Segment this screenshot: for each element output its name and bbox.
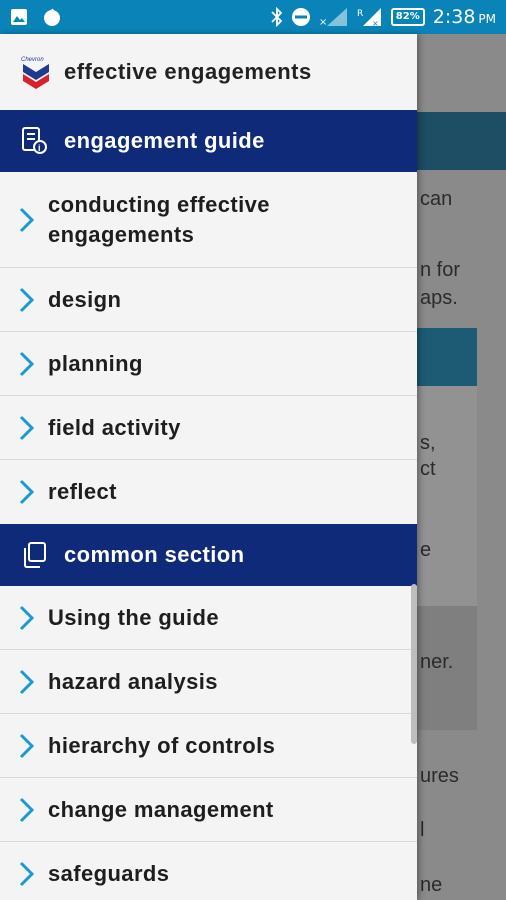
menu-item-using-the-guide[interactable]: Using the guide: [0, 586, 417, 650]
chevron-logo-icon: Chevron: [20, 54, 52, 90]
chevron-right-icon: [19, 287, 35, 312]
svg-text:R: R: [357, 9, 363, 19]
chevron-right-icon: [19, 415, 35, 440]
menu-item-label: reflect: [48, 479, 117, 504]
background-text: l: [420, 819, 425, 841]
menu-item-field-activity[interactable]: field activity: [0, 396, 417, 460]
menu-item-label: Using the guide: [48, 604, 219, 630]
chevron-right-icon: [19, 733, 35, 758]
menu-item-label: hazard analysis: [48, 668, 218, 694]
clock-time: 2:38: [432, 6, 476, 28]
menu-item-label: hierarchy of controls: [48, 732, 276, 758]
menu-item-safeguards[interactable]: safeguards: [0, 842, 417, 900]
drawer-scrollbar[interactable]: [411, 584, 417, 744]
do-not-disturb-icon: [291, 8, 310, 26]
chevron-right-icon: [19, 605, 35, 630]
status-bar: × R × 82% 2:38 PM: [0, 0, 506, 34]
clock-ampm: PM: [478, 12, 496, 26]
background-text: can: [420, 188, 453, 210]
battery-icon: 82%: [390, 8, 425, 26]
menu-item-label: conducting effective engagements: [48, 191, 270, 247]
menu-item-change-management[interactable]: change management: [0, 778, 417, 842]
navigation-drawer: Chevron effective engagements i engageme…: [0, 34, 417, 900]
signal-icon: ×: [319, 8, 347, 27]
menu-item-hierarchy-of-controls[interactable]: hierarchy of controls: [0, 714, 417, 778]
section-label: common section: [64, 542, 245, 567]
menu-item-label: safeguards: [48, 860, 170, 886]
background-text: ne: [420, 874, 443, 896]
bluetooth-icon: [271, 7, 283, 27]
drawer-header[interactable]: Chevron effective engagements: [0, 34, 417, 110]
background-text: ct: [420, 458, 436, 480]
menu-item-label: field activity: [48, 414, 181, 440]
background-header-band: [417, 112, 506, 170]
signal-roaming-icon: R×: [357, 8, 381, 27]
background-text: s,: [420, 432, 436, 454]
svg-text:Chevron: Chevron: [21, 57, 44, 63]
chevron-right-icon: [19, 797, 35, 822]
copy-icon: [20, 541, 48, 569]
background-text: n for: [420, 259, 461, 281]
menu-item-planning[interactable]: planning: [0, 332, 417, 396]
background-text: e: [420, 539, 432, 561]
background-text: aps.: [420, 287, 458, 309]
section-label: engagement guide: [64, 128, 265, 153]
chevron-right-icon: [19, 479, 35, 505]
menu-item-hazard-analysis[interactable]: hazard analysis: [0, 650, 417, 714]
chevron-right-icon: [19, 861, 35, 886]
background-card-header: [417, 328, 477, 386]
section-engagement-guide[interactable]: i engagement guide: [0, 110, 417, 172]
background-text: ures: [420, 765, 459, 787]
background-text: ner.: [420, 651, 454, 673]
battery-level: 82: [395, 11, 410, 22]
drawer-title: effective engagements: [64, 59, 312, 84]
menu-item-label: change management: [48, 796, 274, 822]
menu-item-label: design: [48, 286, 122, 312]
svg-text:×: ×: [319, 17, 327, 27]
gallery-icon: [11, 9, 27, 25]
background-card: [417, 386, 477, 606]
document-icon: i: [20, 127, 48, 155]
menu-item-reflect[interactable]: reflect: [0, 460, 417, 524]
menu-item-design[interactable]: design: [0, 268, 417, 332]
app-notification-icon: [44, 8, 60, 26]
menu-item-conducting-effective-engagements[interactable]: conducting effective engagements: [0, 172, 417, 268]
menu-item-label: planning: [48, 350, 143, 376]
clock: 2:38 PM: [433, 6, 496, 28]
chevron-right-icon: [19, 351, 35, 376]
chevron-right-icon: [19, 207, 35, 232]
svg-text:×: ×: [372, 19, 379, 27]
section-common-section[interactable]: common section: [0, 524, 417, 586]
svg-text:i: i: [38, 143, 41, 153]
chevron-right-icon: [19, 669, 35, 694]
